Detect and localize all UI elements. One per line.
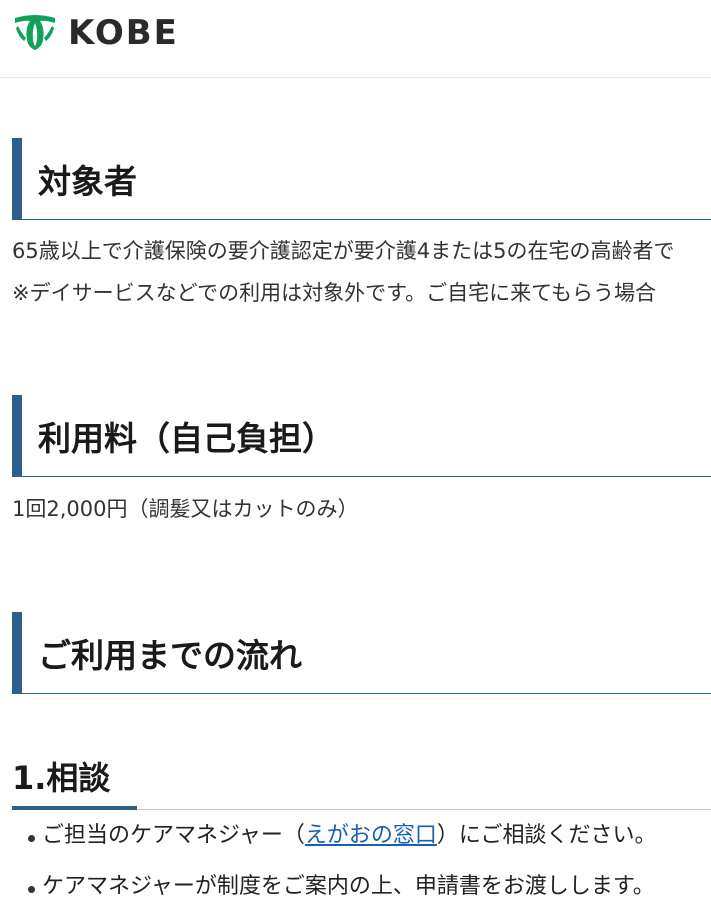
list-item-text-before: ご担当のケアマネジャー（	[42, 823, 305, 848]
kobe-emblem-icon	[15, 15, 55, 50]
bullet-icon	[28, 885, 35, 893]
egao-window-link[interactable]: えがおの窓口	[305, 821, 437, 851]
kobe-logo[interactable]: KOBE	[12, 14, 179, 52]
list-item: ケアマネジャーが制度をご案内の上、申請書をお渡しします。	[28, 872, 655, 902]
site-header: KOBE	[0, 0, 711, 78]
bullet-icon	[28, 834, 35, 842]
target-text-line2: ※デイサービスなどでの利用は対象外です。ご自宅に来てもらう場合	[12, 281, 657, 305]
section-title-target: 対象者	[12, 138, 711, 221]
logo-text: KOBE	[68, 13, 179, 53]
step-title-consultation: 1.相談	[12, 756, 711, 810]
fee-text: 1回2,000円（調髪又はカットのみ）	[12, 497, 359, 521]
list-item-text-after: ）にご相談ください。	[436, 823, 657, 848]
target-text-line1: 65歳以上で介護保険の要介護認定が要介護4または5の在宅の高齢者で	[12, 239, 675, 263]
section-title-flow: ご利用までの流れ	[12, 612, 711, 695]
step-title-underline	[12, 806, 137, 810]
step-title-text: 1.相談	[12, 759, 111, 797]
section-title-fee: 利用料（自己負担）	[12, 395, 711, 478]
list-item-text: ケアマネジャーが制度をご案内の上、申請書をお渡しします。	[42, 874, 655, 899]
list-item: ご担当のケアマネジャー（ えがおの窓口 ）にご相談ください。	[28, 821, 656, 851]
